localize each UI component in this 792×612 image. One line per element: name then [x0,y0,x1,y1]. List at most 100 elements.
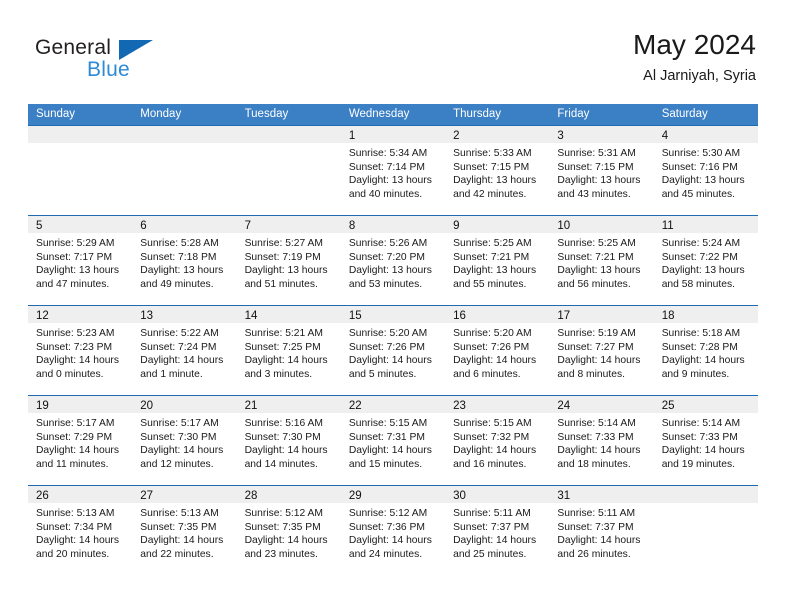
day-cell[interactable]: 27 Sunrise: 5:13 AM Sunset: 7:35 PM Dayl… [132,486,237,575]
day-cell[interactable]: 16 Sunrise: 5:20 AM Sunset: 7:26 PM Dayl… [445,306,550,395]
day-number: 26 [36,490,49,502]
day-cell[interactable] [28,126,133,215]
daylight-text-line1: Daylight: 13 hours [557,265,641,277]
sunrise-text: Sunrise: 5:24 AM [661,238,741,249]
day-details: Sunrise: 5:15 AM Sunset: 7:31 PM Dayligh… [341,413,445,471]
day-number-band [236,126,341,143]
day-number-band: 8 [340,216,446,233]
day-cell[interactable]: 4 Sunrise: 5:30 AM Sunset: 7:16 PM Dayli… [653,126,758,215]
daylight-text-line1: Daylight: 14 hours [453,445,537,457]
day-details: Sunrise: 5:15 AM Sunset: 7:32 PM Dayligh… [445,413,549,471]
day-number: 25 [661,400,675,412]
day-cell[interactable]: 21 Sunrise: 5:16 AM Sunset: 7:30 PM Dayl… [236,396,341,485]
sunset-text: Sunset: 7:19 PM [244,251,321,263]
daylight-text-line1: Daylight: 14 hours [140,535,224,547]
day-cell[interactable]: 24 Sunrise: 5:14 AM Sunset: 7:33 PM Dayl… [549,396,654,485]
day-cell[interactable]: 19 Sunrise: 5:17 AM Sunset: 7:29 PM Dayl… [28,396,133,485]
daylight-text-line2: and 47 minutes. [36,278,110,290]
calendar-week-row: 5 Sunrise: 5:29 AM Sunset: 7:17 PM Dayli… [28,215,758,305]
day-cell[interactable]: 30 Sunrise: 5:11 AM Sunset: 7:37 PM Dayl… [445,486,550,575]
sunrise-text: Sunrise: 5:34 AM [348,148,428,159]
daylight-text-line1: Daylight: 14 hours [453,535,537,547]
day-cell[interactable]: 25 Sunrise: 5:14 AM Sunset: 7:33 PM Dayl… [653,396,758,485]
daylight-text-line1: Daylight: 14 hours [661,355,745,367]
day-cell[interactable] [132,126,237,215]
page-subtitle-location: Al Jarniyah, Syria [643,68,756,84]
day-number-band: 17 [549,306,654,323]
daylight-text-line1: Daylight: 14 hours [140,355,224,367]
weekday-header-friday: Friday [557,108,590,120]
weekday-header-sunday: Sunday [36,108,76,120]
sunset-text: Sunset: 7:33 PM [661,431,738,443]
daylight-text-line2: and 19 minutes. [661,458,735,470]
day-number: 6 [140,220,147,232]
day-details: Sunrise: 5:18 AM Sunset: 7:28 PM Dayligh… [654,323,758,381]
day-cell[interactable]: 3 Sunrise: 5:31 AM Sunset: 7:15 PM Dayli… [549,126,654,215]
day-cell[interactable]: 12 Sunrise: 5:23 AM Sunset: 7:23 PM Dayl… [28,306,133,395]
page-title: May 2024 [633,29,756,60]
day-details: Sunrise: 5:16 AM Sunset: 7:30 PM Dayligh… [237,413,341,471]
day-cell[interactable]: 20 Sunrise: 5:17 AM Sunset: 7:30 PM Dayl… [132,396,237,485]
page-header: General Blue May 2024 Al Jarniyah, Syria [0,0,792,96]
sunrise-text: Sunrise: 5:33 AM [453,148,532,159]
sunset-text: Sunset: 7:24 PM [140,341,217,353]
day-cell[interactable]: 22 Sunrise: 5:15 AM Sunset: 7:31 PM Dayl… [340,396,446,485]
day-cell[interactable]: 23 Sunrise: 5:15 AM Sunset: 7:32 PM Dayl… [445,396,550,485]
day-cell[interactable]: 6 Sunrise: 5:28 AM Sunset: 7:18 PM Dayli… [132,216,237,305]
day-cell[interactable]: 7 Sunrise: 5:27 AM Sunset: 7:19 PM Dayli… [236,216,341,305]
day-number-band: 11 [653,216,758,233]
daylight-text-line2: and 42 minutes. [453,188,527,200]
day-number-band [132,126,237,143]
day-number-band: 18 [653,306,758,323]
sunrise-text: Sunrise: 5:17 AM [36,418,115,429]
day-cell[interactable]: 2 Sunrise: 5:33 AM Sunset: 7:15 PM Dayli… [445,126,550,215]
weekday-header-wednesday: Wednesday [348,108,410,120]
daylight-text-line1: Daylight: 14 hours [36,355,119,367]
day-details: Sunrise: 5:11 AM Sunset: 7:37 PM Dayligh… [445,503,549,561]
daylight-text-line2: and 23 minutes. [244,548,318,560]
daylight-text-line1: Daylight: 13 hours [661,265,745,277]
daylight-text-line1: Daylight: 13 hours [140,265,224,277]
daylight-text-line2: and 18 minutes. [557,458,631,470]
sunrise-text: Sunrise: 5:28 AM [140,238,219,249]
day-cell[interactable]: 18 Sunrise: 5:18 AM Sunset: 7:28 PM Dayl… [653,306,758,395]
sunrise-text: Sunrise: 5:12 AM [348,508,428,519]
daylight-text-line2: and 25 minutes. [453,548,527,560]
day-cell[interactable]: 5 Sunrise: 5:29 AM Sunset: 7:17 PM Dayli… [28,216,133,305]
daylight-text-line1: Daylight: 14 hours [244,535,328,547]
sunrise-text: Sunrise: 5:26 AM [348,238,428,249]
daylight-text-line1: Daylight: 14 hours [557,355,641,367]
day-number-band: 24 [549,396,654,413]
sunset-text: Sunset: 7:25 PM [244,341,321,353]
general-blue-logo[interactable]: General Blue [35,36,215,88]
day-cell[interactable]: 28 Sunrise: 5:12 AM Sunset: 7:35 PM Dayl… [236,486,341,575]
day-cell[interactable]: 26 Sunrise: 5:13 AM Sunset: 7:34 PM Dayl… [28,486,133,575]
daylight-text-line2: and 43 minutes. [557,188,631,200]
day-cell[interactable]: 31 Sunrise: 5:11 AM Sunset: 7:37 PM Dayl… [549,486,654,575]
day-number-band [28,126,133,143]
day-cell[interactable]: 14 Sunrise: 5:21 AM Sunset: 7:25 PM Dayl… [236,306,341,395]
day-cell[interactable]: 17 Sunrise: 5:19 AM Sunset: 7:27 PM Dayl… [549,306,654,395]
day-cell[interactable]: 1 Sunrise: 5:34 AM Sunset: 7:14 PM Dayli… [340,126,446,215]
day-details: Sunrise: 5:26 AM Sunset: 7:20 PM Dayligh… [341,233,445,291]
day-cell[interactable]: 8 Sunrise: 5:26 AM Sunset: 7:20 PM Dayli… [340,216,446,305]
day-details: Sunrise: 5:23 AM Sunset: 7:23 PM Dayligh… [28,323,132,381]
logo-text-general: General [35,36,112,59]
day-cell[interactable] [236,126,341,215]
sunrise-text: Sunrise: 5:14 AM [661,418,741,429]
sunset-text: Sunset: 7:36 PM [348,521,425,533]
day-cell[interactable]: 11 Sunrise: 5:24 AM Sunset: 7:22 PM Dayl… [653,216,758,305]
day-cell[interactable]: 10 Sunrise: 5:25 AM Sunset: 7:21 PM Dayl… [549,216,654,305]
day-number: 23 [453,400,466,412]
day-details: Sunrise: 5:33 AM Sunset: 7:15 PM Dayligh… [445,143,549,201]
day-cell[interactable] [653,486,758,575]
day-cell[interactable]: 29 Sunrise: 5:12 AM Sunset: 7:36 PM Dayl… [340,486,446,575]
day-cell[interactable]: 9 Sunrise: 5:25 AM Sunset: 7:21 PM Dayli… [445,216,550,305]
day-cell[interactable]: 15 Sunrise: 5:20 AM Sunset: 7:26 PM Dayl… [340,306,446,395]
day-number-band: 22 [340,396,446,413]
sunset-text: Sunset: 7:31 PM [348,431,425,443]
day-number-band: 4 [653,126,758,143]
daylight-text-line1: Daylight: 14 hours [36,445,119,457]
sunset-text: Sunset: 7:23 PM [36,341,113,353]
day-cell[interactable]: 13 Sunrise: 5:22 AM Sunset: 7:24 PM Dayl… [132,306,237,395]
